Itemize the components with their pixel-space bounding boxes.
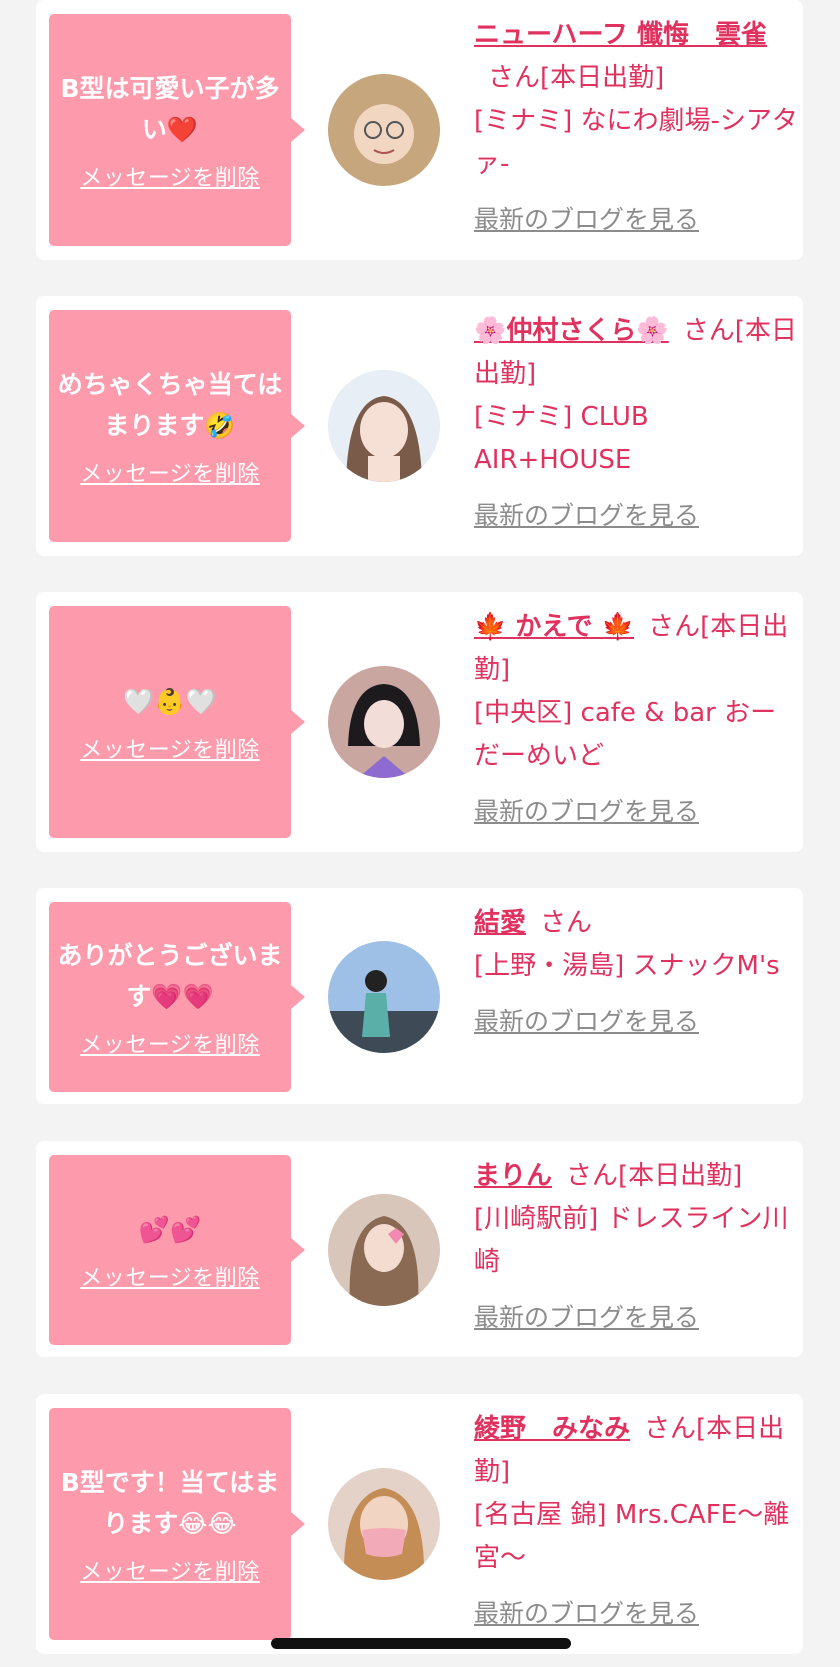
message-text: めちゃくちゃ当てはまります🤣 — [57, 370, 283, 440]
message-text: B型です！当てはまります😂😂 — [60, 1468, 280, 1538]
message-text: ありがとうございます💗💗 — [57, 941, 283, 1011]
message-bubble: 🤍👶🤍 メッセージを削除 — [49, 606, 305, 838]
latest-blog-link[interactable]: 最新のブログを見る — [474, 790, 799, 833]
latest-blog-link[interactable]: 最新のブログを見る — [474, 1592, 799, 1635]
cast-name-link[interactable]: 結愛 — [474, 908, 526, 938]
cast-status: さん — [540, 908, 593, 938]
latest-blog-link[interactable]: 最新のブログを見る — [474, 494, 799, 537]
latest-blog-link[interactable]: 最新のブログを見る — [474, 198, 799, 241]
avatar[interactable] — [328, 941, 440, 1053]
cast-status: さん[本日出勤] — [488, 63, 665, 93]
cast-status: さん[本日出勤] — [566, 1161, 743, 1191]
cast-info: 🌸仲村さくら🌸 さん[本日出勤] [ミナミ] CLUB AIR+HOUSE 最新の… — [474, 310, 799, 537]
message-bubble: 💕💕 メッセージを削除 — [49, 1155, 305, 1345]
cast-name-link[interactable]: 🌸仲村さくら🌸 — [474, 316, 669, 346]
message-card: B型は可愛い子が多い❤️ メッセージを削除 ニューハーフ 懺悔 雲雀さん[本日出… — [36, 0, 803, 260]
latest-blog-link[interactable]: 最新のブログを見る — [474, 1000, 799, 1043]
delete-message-link[interactable]: メッセージを削除 — [80, 732, 260, 764]
shop-name: [上野・湯島] スナックM's — [474, 951, 780, 981]
cast-info: ニューハーフ 懺悔 雲雀さん[本日出勤] [ミナミ] なにわ劇場-シアタァ- 最… — [474, 14, 799, 241]
avatar[interactable] — [328, 666, 440, 778]
avatar[interactable] — [328, 1194, 440, 1306]
message-card: B型です！当てはまります😂😂 メッセージを削除 綾野 みなみ さん[本日出勤] [… — [36, 1394, 803, 1654]
message-text: 🤍👶🤍 — [123, 686, 217, 716]
cast-name-link[interactable]: まりん — [474, 1161, 552, 1191]
cast-name-link[interactable]: 綾野 みなみ — [474, 1414, 630, 1444]
avatar[interactable] — [328, 1468, 440, 1580]
latest-blog-link[interactable]: 最新のブログを見る — [474, 1296, 799, 1339]
delete-message-link[interactable]: メッセージを削除 — [80, 160, 260, 192]
message-text: B型は可愛い子が多い❤️ — [60, 74, 280, 144]
profile-photo-icon — [328, 666, 440, 778]
cast-info: 結愛 さん [上野・湯島] スナックM's 最新のブログを見る — [474, 902, 799, 1043]
avatar[interactable] — [328, 74, 440, 186]
avatar[interactable] — [328, 370, 440, 482]
delete-message-link[interactable]: メッセージを削除 — [80, 1554, 260, 1586]
shop-name: [ミナミ] なにわ劇場-シアタァ- — [474, 106, 798, 179]
profile-photo-icon — [328, 1194, 440, 1306]
message-bubble: B型は可愛い子が多い❤️ メッセージを削除 — [49, 14, 305, 246]
delete-message-link[interactable]: メッセージを削除 — [80, 1260, 260, 1292]
message-text: 💕💕 — [138, 1214, 202, 1244]
delete-message-link[interactable]: メッセージを削除 — [80, 456, 260, 488]
message-card: めちゃくちゃ当てはまります🤣 メッセージを削除 🌸仲村さくら🌸 さん[本日出勤] … — [36, 296, 803, 556]
cast-info: 綾野 みなみ さん[本日出勤] [名古屋 錦] Mrs.CAFE～離宮～ 最新のブ… — [474, 1408, 799, 1635]
message-card: 🤍👶🤍 メッセージを削除 🍁 かえで 🍁 さん[本日出勤] [中央区] cafe … — [36, 592, 803, 852]
cast-info: まりん さん[本日出勤] [川崎駅前] ドレスライン川崎 最新のブログを見る — [474, 1155, 799, 1339]
shop-name: [名古屋 錦] Mrs.CAFE～離宮～ — [474, 1500, 790, 1573]
cast-name-link[interactable]: 🍁 かえで 🍁 — [474, 612, 634, 642]
shop-name: [中央区] cafe & bar おーだーめいど — [474, 698, 777, 771]
profile-photo-icon — [328, 1468, 440, 1580]
message-bubble: B型です！当てはまります😂😂 メッセージを削除 — [49, 1408, 305, 1640]
shop-name: [川崎駅前] ドレスライン川崎 — [474, 1204, 789, 1277]
message-card: ありがとうございます💗💗 メッセージを削除 結愛 さん [上野・湯島] スナックM… — [36, 888, 803, 1104]
cast-name-link[interactable]: ニューハーフ 懺悔 雲雀 — [474, 20, 767, 50]
message-card: 💕💕 メッセージを削除 まりん さん[本日出勤] [川崎駅前] ドレスライン川崎 … — [36, 1141, 803, 1357]
profile-photo-icon — [328, 74, 440, 186]
home-indicator[interactable] — [271, 1638, 571, 1649]
cast-info: 🍁 かえで 🍁 さん[本日出勤] [中央区] cafe & bar おーだーめいど… — [474, 606, 799, 833]
delete-message-link[interactable]: メッセージを削除 — [80, 1027, 260, 1059]
profile-photo-icon — [328, 370, 440, 482]
shop-name: [ミナミ] CLUB AIR+HOUSE — [474, 402, 649, 475]
message-bubble: めちゃくちゃ当てはまります🤣 メッセージを削除 — [49, 310, 305, 542]
message-bubble: ありがとうございます💗💗 メッセージを削除 — [49, 902, 305, 1092]
profile-photo-icon — [328, 941, 440, 1053]
